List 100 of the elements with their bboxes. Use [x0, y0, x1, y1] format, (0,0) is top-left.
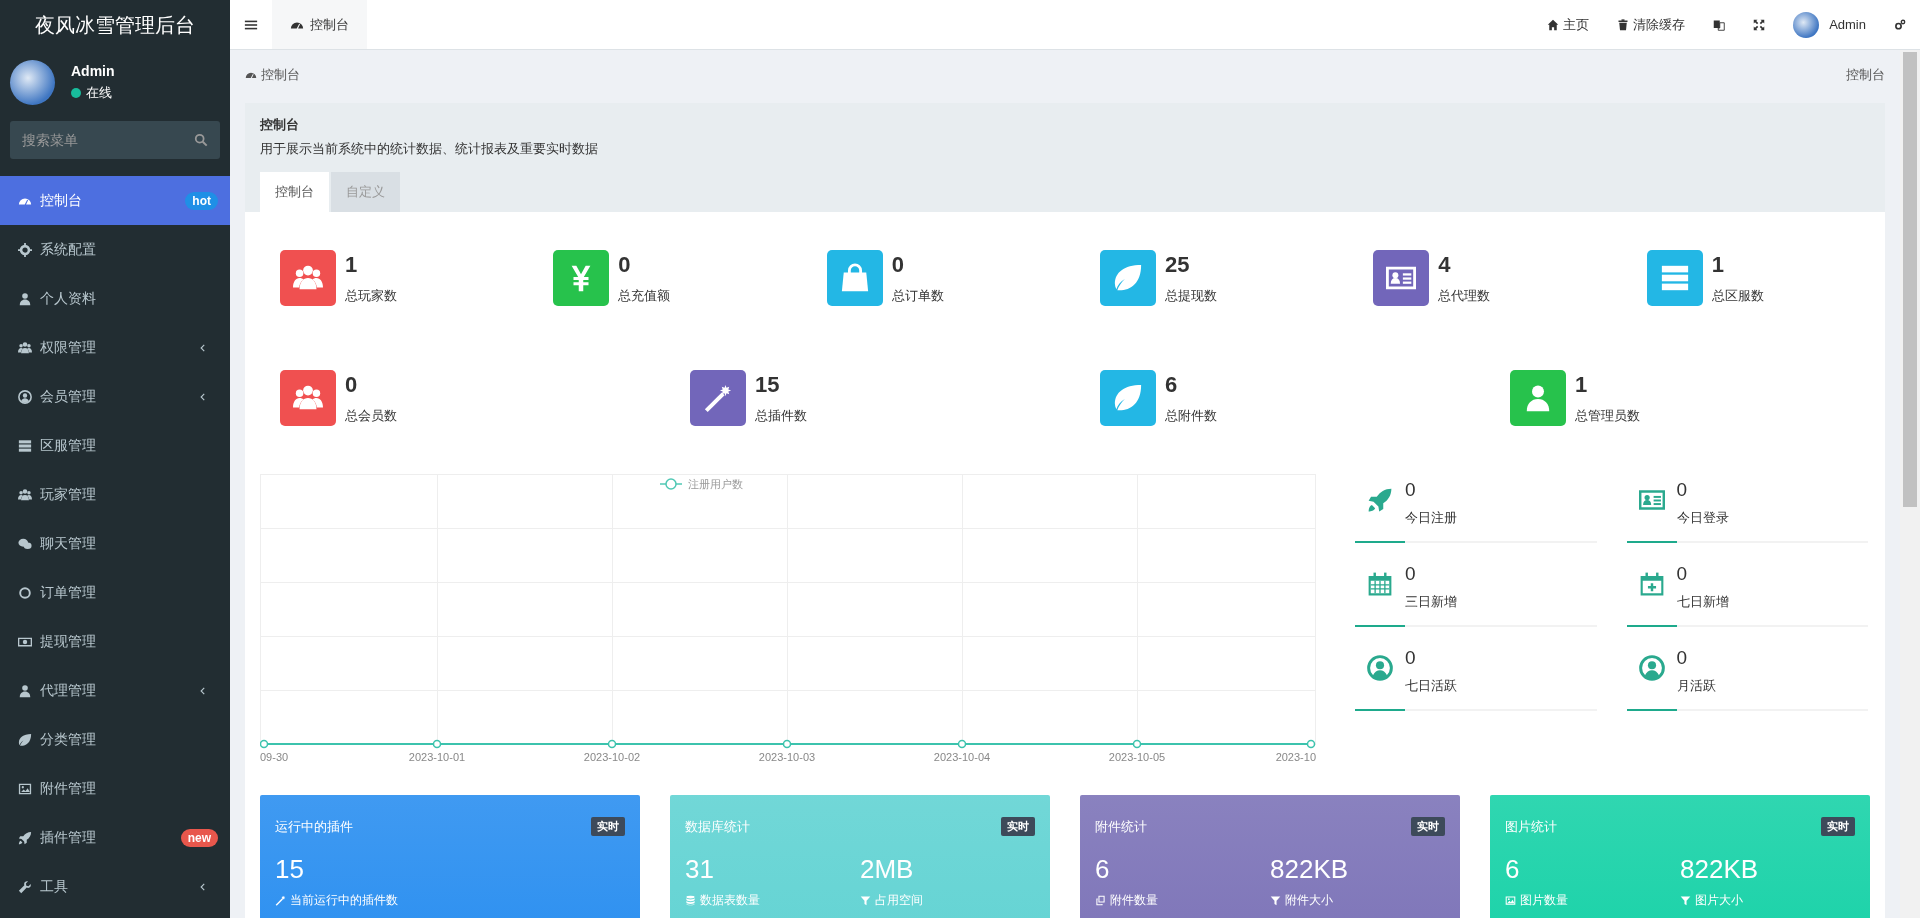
- chat-icon: [18, 536, 32, 551]
- stat-value: 15: [755, 371, 781, 398]
- stat-label: 今日注册: [1405, 509, 1457, 527]
- magic-wand-icon: [275, 895, 286, 906]
- stat-label: 七日新增: [1676, 593, 1729, 611]
- realtime-badge: 实时: [591, 817, 625, 836]
- bag-icon: [839, 263, 870, 293]
- leaf-icon: [1113, 383, 1143, 413]
- chart-legend-marker: [659, 478, 683, 490]
- server-icon: [1659, 263, 1690, 293]
- leaf-icon: [1113, 263, 1143, 293]
- menu-item[interactable]: 区服管理: [0, 421, 230, 470]
- user-icon: [18, 291, 32, 306]
- axis-label: 2023-10: [1275, 751, 1316, 763]
- search-field[interactable]: 搜索菜单: [10, 121, 220, 159]
- card-title: 图片统计: [1505, 817, 1557, 836]
- user-circle-icon: [1638, 655, 1665, 681]
- menu-item[interactable]: 系统配置: [0, 225, 230, 274]
- nav-link[interactable]: 清除缓存: [1603, 15, 1700, 34]
- realtime-badge: 实时: [1001, 817, 1035, 836]
- stat-label: 总订单数: [891, 286, 944, 305]
- home-icon: [1547, 18, 1560, 31]
- tab[interactable]: 控制台: [260, 172, 329, 212]
- stat-value: 0: [1405, 479, 1417, 501]
- user-circle-icon: [18, 389, 32, 404]
- axis-label: 2023-10-02: [583, 751, 641, 763]
- menu-item[interactable]: 代理管理: [0, 666, 230, 715]
- stat-value: 0: [618, 251, 632, 278]
- menu-item[interactable]: 个人资料: [0, 274, 230, 323]
- user-menu[interactable]: Admin: [1829, 17, 1866, 32]
- server-icon: [18, 438, 32, 453]
- users-icon: [18, 340, 32, 355]
- menu-item[interactable]: 插件管理 new: [0, 813, 230, 862]
- circle-icon: [18, 585, 32, 600]
- breadcrumb-link[interactable]: 控制台: [261, 66, 300, 84]
- stat-value: 0: [1676, 647, 1689, 669]
- trash-icon: [1617, 18, 1630, 31]
- page-tab[interactable]: 控制台: [272, 0, 367, 49]
- stat-label: 总插件数: [755, 406, 807, 425]
- users-icon: [18, 487, 32, 502]
- axis-label: 2023-10-04: [933, 751, 991, 763]
- search-icon: [194, 133, 208, 147]
- leaf-icon: [18, 732, 32, 747]
- menu-badge: hot: [185, 191, 218, 210]
- menu-badge: new: [180, 828, 218, 847]
- stat-label: 三日新增: [1405, 593, 1457, 611]
- scrollbar[interactable]: [1900, 50, 1920, 918]
- wrench-icon: [18, 879, 32, 894]
- panel-description: 用于展示当前系统中的统计数据、统计报表及重要实时数据: [260, 140, 599, 158]
- stat-value: 0: [1405, 563, 1417, 585]
- stat-label: 总附件数: [1165, 406, 1217, 425]
- card-title: 数据库统计: [685, 817, 750, 836]
- metric-label: 附件数量: [1110, 892, 1158, 909]
- database-icon: [685, 895, 696, 906]
- menu-item[interactable]: 会员管理: [0, 372, 230, 421]
- stat-label: 总区服数: [1711, 286, 1764, 305]
- metric-value: 15: [275, 854, 305, 885]
- breadcrumb-current: 控制台: [1846, 66, 1885, 84]
- app-title: 夜风冰雪管理后台: [34, 12, 196, 38]
- menu-item[interactable]: 订单管理: [0, 568, 230, 617]
- user-name: Admin: [71, 63, 115, 79]
- menu-item[interactable]: 附件管理: [0, 764, 230, 813]
- user-icon: [18, 683, 32, 698]
- stat-value: 4: [1438, 251, 1452, 278]
- stat-value: 1: [1711, 251, 1725, 278]
- metric-label: 图片大小: [1695, 892, 1743, 909]
- fullscreen-icon: [1753, 18, 1766, 31]
- menu-item[interactable]: 权限管理: [0, 323, 230, 372]
- image-icon: [1505, 895, 1516, 906]
- realtime-badge: 实时: [1821, 817, 1855, 836]
- user-status: 在线: [86, 84, 112, 102]
- magic-wand-icon: [703, 383, 733, 413]
- stat-label: 月活跃: [1676, 677, 1716, 695]
- metric-value: 31: [685, 854, 715, 885]
- metric-value: 822KB: [1680, 854, 1760, 885]
- stat-value: 6: [1165, 371, 1179, 398]
- menu-item[interactable]: 聊天管理: [0, 519, 230, 568]
- avatar: [1793, 11, 1820, 38]
- rocket-icon: [1367, 487, 1393, 513]
- metric-value: 822KB: [1270, 854, 1350, 885]
- stat-label: 七日活跃: [1405, 677, 1457, 695]
- panel-title: 控制台: [260, 116, 300, 134]
- metric-label: 数据表数量: [700, 892, 760, 909]
- menu-item[interactable]: 控制台 hot: [0, 176, 230, 225]
- menu-item[interactable]: 玩家管理: [0, 470, 230, 519]
- stat-value: 0: [1676, 563, 1689, 585]
- stat-value: 0: [891, 251, 905, 278]
- filter-icon: [860, 895, 871, 906]
- menu-item[interactable]: 分类管理: [0, 715, 230, 764]
- calendar-icon: [1367, 571, 1393, 597]
- metric-label: 当前运行中的插件数: [290, 892, 398, 909]
- card-title: 运行中的插件: [275, 817, 353, 836]
- stat-value: 0: [1405, 647, 1417, 669]
- metric-label: 占用空间: [875, 892, 923, 909]
- metric-label: 附件大小: [1285, 892, 1333, 909]
- copy-icon: [1095, 895, 1106, 906]
- nav-link[interactable]: 主页: [1533, 15, 1604, 34]
- axis-label: 09-30: [260, 751, 289, 763]
- menu-item[interactable]: 提现管理: [0, 617, 230, 666]
- menu-item[interactable]: 工具: [0, 862, 230, 911]
